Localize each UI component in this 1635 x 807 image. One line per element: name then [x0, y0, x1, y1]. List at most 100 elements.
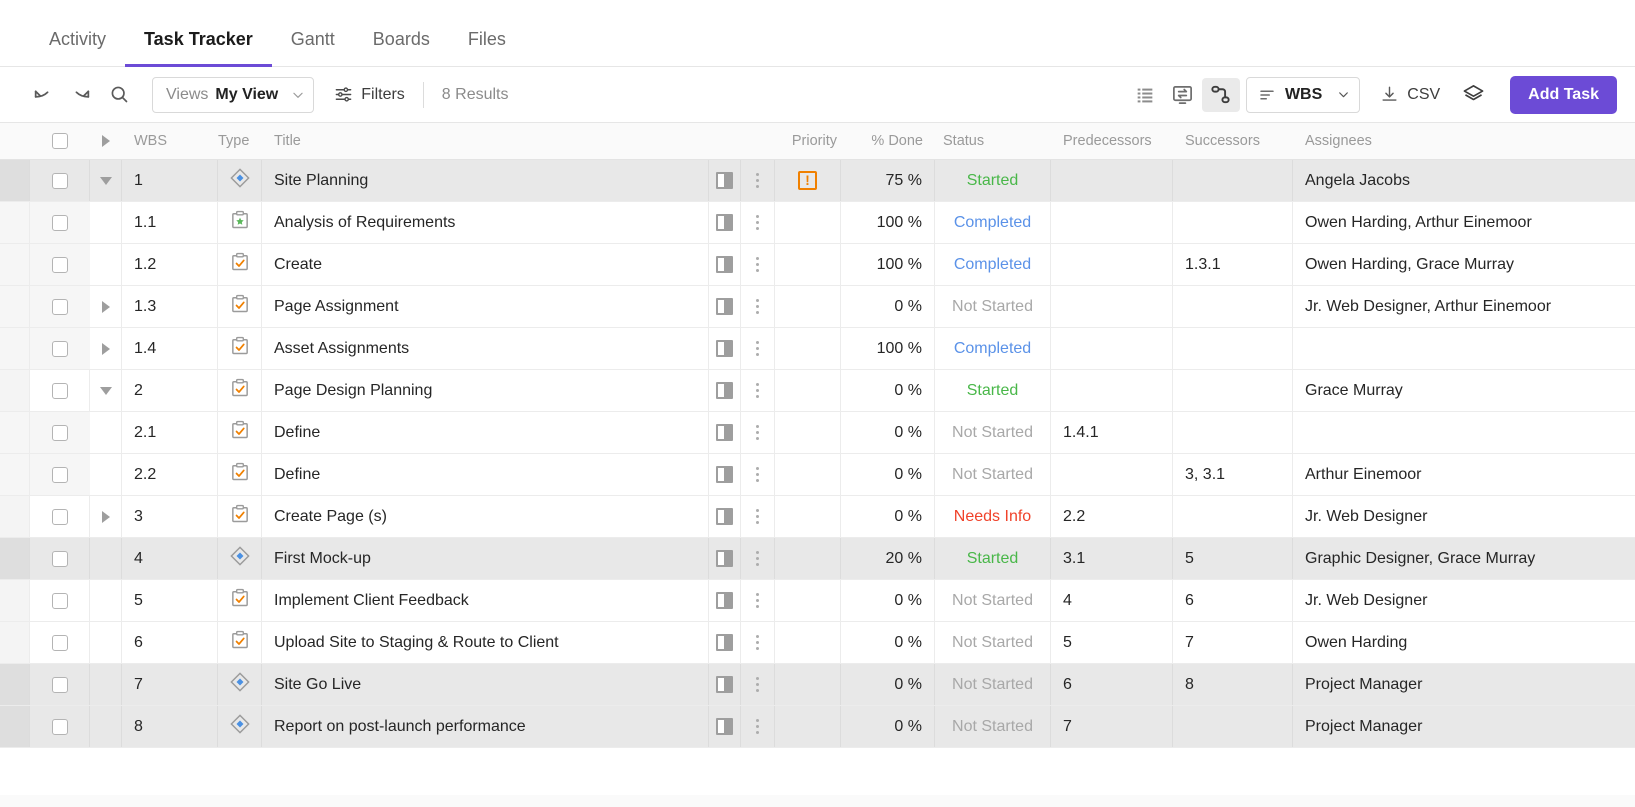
row-checkbox[interactable]	[52, 173, 68, 189]
cell-priority[interactable]	[775, 244, 841, 285]
header-status[interactable]: Status	[935, 123, 1051, 159]
row-checkbox-cell[interactable]	[30, 580, 90, 621]
caret-right-icon[interactable]	[102, 343, 110, 355]
side-panel-icon[interactable]	[716, 718, 733, 735]
redo-icon[interactable]	[62, 78, 100, 112]
cell-status[interactable]: Started	[935, 370, 1051, 411]
row-expander[interactable]	[90, 664, 122, 705]
side-panel-icon[interactable]	[716, 676, 733, 693]
cell-status[interactable]: Started	[935, 538, 1051, 579]
row-checkbox[interactable]	[52, 593, 68, 609]
caret-right-icon[interactable]	[102, 135, 110, 147]
row-checkbox[interactable]	[52, 551, 68, 567]
cell-priority[interactable]	[775, 664, 841, 705]
cell-title[interactable]: Implement Client Feedback	[262, 580, 709, 621]
kebab-menu-icon[interactable]	[756, 299, 759, 314]
cell-open-panel[interactable]	[709, 706, 741, 747]
row-expander[interactable]	[90, 454, 122, 495]
cell-title[interactable]: First Mock-up	[262, 538, 709, 579]
kebab-menu-icon[interactable]	[756, 677, 759, 692]
cell-open-panel[interactable]	[709, 160, 741, 201]
caret-down-icon[interactable]	[100, 387, 112, 395]
cell-title[interactable]: Create Page (s)	[262, 496, 709, 537]
cell-open-panel[interactable]	[709, 580, 741, 621]
kebab-menu-icon[interactable]	[756, 509, 759, 524]
cell-open-panel[interactable]	[709, 496, 741, 537]
add-task-button[interactable]: Add Task	[1510, 76, 1617, 114]
cell-open-panel[interactable]	[709, 286, 741, 327]
header-expand-all[interactable]	[90, 123, 122, 159]
row-checkbox-cell[interactable]	[30, 328, 90, 369]
side-panel-icon[interactable]	[716, 256, 733, 273]
cell-row-menu[interactable]	[741, 328, 775, 369]
cell-title[interactable]: Site Planning	[262, 160, 709, 201]
kebab-menu-icon[interactable]	[756, 635, 759, 650]
cell-title[interactable]: Analysis of Requirements	[262, 202, 709, 243]
table-row[interactable]: 6Upload Site to Staging & Route to Clien…	[0, 622, 1635, 664]
tab-task-tracker[interactable]: Task Tracker	[125, 29, 272, 67]
table-row[interactable]: 1.3Page Assignment0 %Not StartedJr. Web …	[0, 286, 1635, 328]
row-checkbox-cell[interactable]	[30, 664, 90, 705]
side-panel-icon[interactable]	[716, 634, 733, 651]
cell-row-menu[interactable]	[741, 244, 775, 285]
cell-status[interactable]: Not Started	[935, 454, 1051, 495]
side-panel-icon[interactable]	[716, 298, 733, 315]
kebab-menu-icon[interactable]	[756, 383, 759, 398]
cell-open-panel[interactable]	[709, 412, 741, 453]
cell-row-menu[interactable]	[741, 496, 775, 537]
table-row[interactable]: 8Report on post-launch performance0 %Not…	[0, 706, 1635, 748]
views-selector[interactable]: Views My View	[152, 77, 314, 113]
cell-title[interactable]: Asset Assignments	[262, 328, 709, 369]
cell-row-menu[interactable]	[741, 454, 775, 495]
kebab-menu-icon[interactable]	[756, 215, 759, 230]
cell-status[interactable]: Completed	[935, 244, 1051, 285]
priority-high-icon[interactable]: !	[798, 171, 817, 190]
side-panel-icon[interactable]	[716, 340, 733, 357]
select-all-checkbox[interactable]	[52, 133, 68, 149]
table-row[interactable]: 1.4Asset Assignments100 %Completed	[0, 328, 1635, 370]
cell-row-menu[interactable]	[741, 580, 775, 621]
header-predecessors[interactable]: Predecessors	[1051, 123, 1173, 159]
row-expander[interactable]	[90, 412, 122, 453]
row-expander[interactable]	[90, 244, 122, 285]
cell-status[interactable]: Not Started	[935, 580, 1051, 621]
header-select-all[interactable]	[30, 123, 90, 159]
caret-down-icon[interactable]	[100, 177, 112, 185]
caret-right-icon[interactable]	[102, 301, 110, 313]
row-checkbox[interactable]	[52, 383, 68, 399]
cell-row-menu[interactable]	[741, 160, 775, 201]
row-expander[interactable]	[90, 286, 122, 327]
header-percent-done[interactable]: % Done	[841, 123, 935, 159]
cell-status[interactable]: Not Started	[935, 706, 1051, 747]
kebab-menu-icon[interactable]	[756, 257, 759, 272]
cell-priority[interactable]	[775, 286, 841, 327]
table-row[interactable]: 2Page Design Planning0 %StartedGrace Mur…	[0, 370, 1635, 412]
tab-boards[interactable]: Boards	[354, 29, 449, 67]
row-checkbox-cell[interactable]	[30, 244, 90, 285]
cell-priority[interactable]	[775, 706, 841, 747]
dependency-view-icon[interactable]	[1202, 78, 1240, 112]
table-row[interactable]: 2.2Define0 %Not Started3, 3.1Arthur Eine…	[0, 454, 1635, 496]
row-expander[interactable]	[90, 496, 122, 537]
row-checkbox[interactable]	[52, 257, 68, 273]
cell-title[interactable]: Page Assignment	[262, 286, 709, 327]
cell-priority[interactable]: !	[775, 160, 841, 201]
cell-open-panel[interactable]	[709, 370, 741, 411]
cell-open-panel[interactable]	[709, 622, 741, 663]
horizontal-scrollbar[interactable]	[0, 795, 1635, 807]
table-row[interactable]: 5Implement Client Feedback0 %Not Started…	[0, 580, 1635, 622]
side-panel-icon[interactable]	[716, 550, 733, 567]
row-checkbox[interactable]	[52, 719, 68, 735]
table-row[interactable]: 7Site Go Live0 %Not Started68Project Man…	[0, 664, 1635, 706]
cell-row-menu[interactable]	[741, 370, 775, 411]
kebab-menu-icon[interactable]	[756, 467, 759, 482]
list-density-icon[interactable]	[1126, 78, 1164, 112]
kebab-menu-icon[interactable]	[756, 551, 759, 566]
row-expander[interactable]	[90, 370, 122, 411]
filters-button[interactable]: Filters	[334, 85, 423, 104]
cell-open-panel[interactable]	[709, 244, 741, 285]
cell-priority[interactable]	[775, 622, 841, 663]
cell-open-panel[interactable]	[709, 202, 741, 243]
row-checkbox-cell[interactable]	[30, 160, 90, 201]
cell-row-menu[interactable]	[741, 622, 775, 663]
